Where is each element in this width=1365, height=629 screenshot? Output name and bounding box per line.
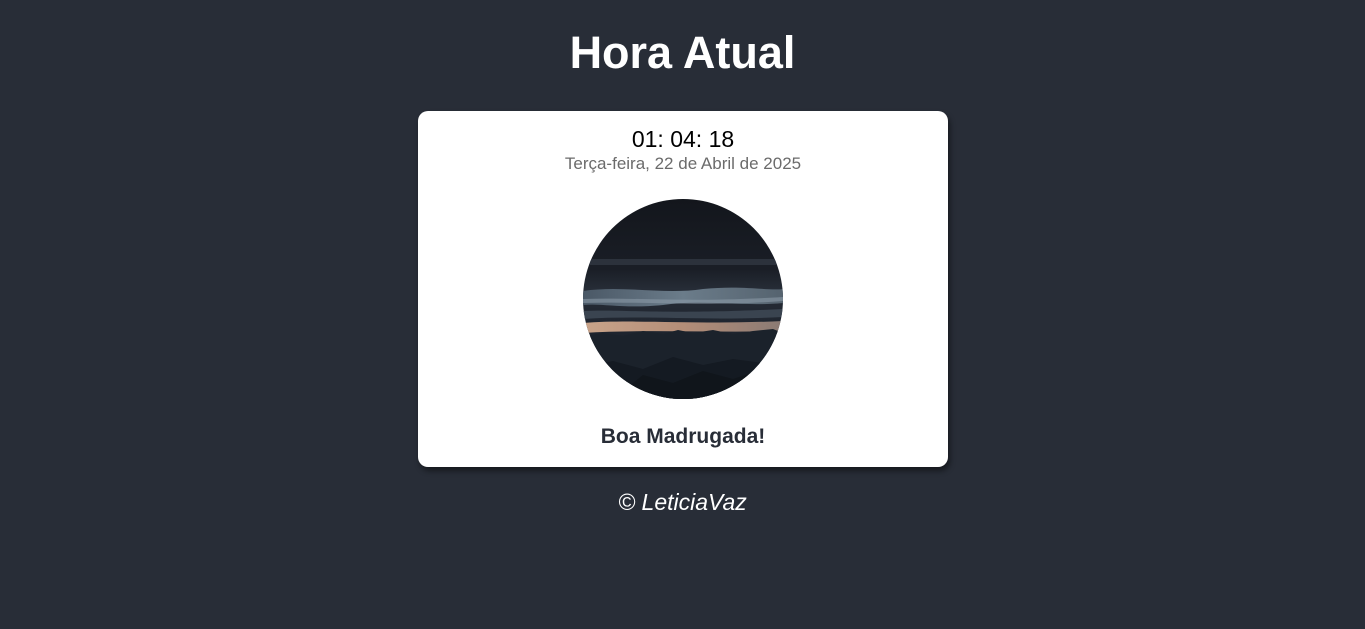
night-landscape-image	[583, 199, 783, 399]
footer-copyright: © LeticiaVaz	[618, 489, 747, 515]
clock-date: Terça-feira, 22 de Abril de 2025	[564, 154, 802, 173]
clock-card: 01: 04: 18 Terça-feira, 22 de Abril de 2…	[418, 111, 948, 467]
greeting-message: Boa Madrugada!	[600, 425, 766, 448]
night-landscape-icon	[583, 199, 783, 399]
page-title: Hora Atual	[569, 27, 796, 78]
clock-time: 01: 04: 18	[631, 126, 735, 152]
